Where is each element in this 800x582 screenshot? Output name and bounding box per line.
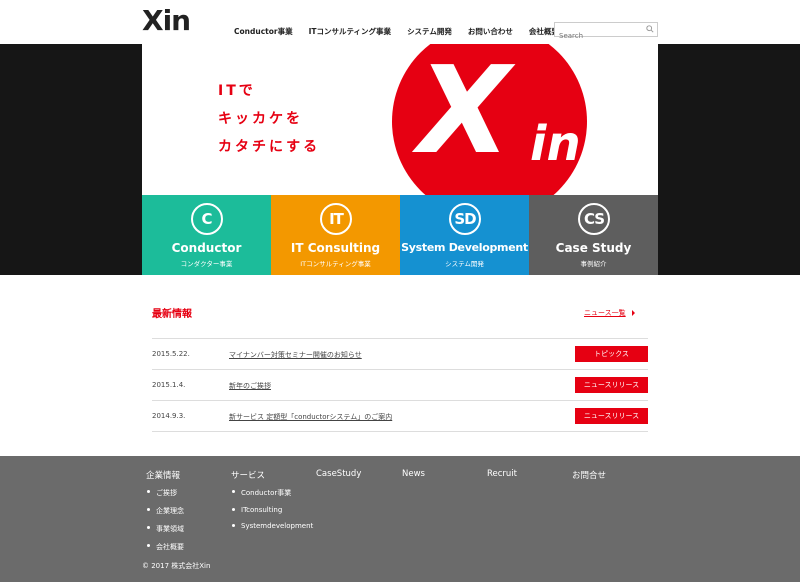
nav-conductor[interactable]: Conductor事業 bbox=[234, 26, 293, 37]
news-item: 2015.5.22. マイナンバー対策セミナー開催のお知らせ トピックス bbox=[152, 339, 648, 370]
site-header: Xin Conductor事業 ITコンサルティング事業 システム開発 お問い合… bbox=[0, 0, 800, 44]
tile-it-consulting-sub: ITコンサルティング事業 bbox=[300, 260, 371, 268]
footer-link[interactable]: 会社概要 bbox=[146, 542, 184, 552]
news-category-badge[interactable]: ニュースリリース bbox=[575, 377, 648, 393]
main-nav: Conductor事業 ITコンサルティング事業 システム開発 お問い合わせ 会… bbox=[234, 26, 575, 37]
tile-system-development-sub: システム開発 bbox=[445, 260, 484, 268]
tile-it-consulting[interactable]: IT IT Consulting ITコンサルティング事業 bbox=[271, 195, 400, 275]
news-date: 2014.9.3. bbox=[152, 412, 186, 420]
footer-col-casestudy: CaseStudy bbox=[316, 469, 361, 486]
footer-link[interactable]: ご挨拶 bbox=[146, 488, 184, 498]
footer-heading[interactable]: 企業情報 bbox=[146, 469, 184, 481]
nav-contact[interactable]: お問い合わせ bbox=[468, 26, 513, 37]
tile-conductor[interactable]: C Conductor コンダクター事業 bbox=[142, 195, 271, 275]
tile-case-study-icon: CS bbox=[578, 203, 610, 235]
footer-heading[interactable]: Recruit bbox=[487, 469, 517, 479]
copyright: © 2017 株式会社Xin bbox=[142, 562, 211, 570]
nav-system-development[interactable]: システム開発 bbox=[407, 26, 452, 37]
footer-heading[interactable]: CaseStudy bbox=[316, 469, 361, 479]
footer-col-news: News bbox=[402, 469, 425, 486]
news-item: 2015.1.4. 新年のご挨拶 ニュースリリース bbox=[152, 370, 648, 401]
tile-case-study[interactable]: CS Case Study 事例紹介 bbox=[529, 195, 658, 275]
footer-col-company: 企業情報 ご挨拶 企業理念 事業領域 会社概要 bbox=[146, 469, 184, 560]
tile-system-development-icon: SD bbox=[449, 203, 481, 235]
hero-logo-x: X bbox=[418, 44, 511, 181]
nav-it-consulting[interactable]: ITコンサルティング事業 bbox=[309, 26, 391, 37]
site-footer: 企業情報 ご挨拶 企業理念 事業領域 会社概要 サービス Conductor事業… bbox=[0, 456, 800, 582]
search-input[interactable] bbox=[555, 29, 643, 43]
hero-banner: ITで キッカケを カタチにする X in bbox=[142, 44, 658, 195]
tile-it-consulting-title: IT Consulting bbox=[290, 241, 381, 255]
search-box bbox=[554, 22, 658, 43]
news-title-link[interactable]: マイナンバー対策セミナー開催のお知らせ bbox=[229, 350, 362, 360]
site-logo[interactable]: Xin bbox=[142, 4, 191, 37]
footer-link[interactable]: Conductor事業 bbox=[231, 488, 313, 498]
hero-logo-in: in bbox=[530, 116, 581, 172]
hero-side-right bbox=[658, 44, 800, 275]
tile-system-development-title: System Development bbox=[401, 241, 528, 254]
tile-conductor-title: Conductor bbox=[171, 241, 242, 255]
footer-heading[interactable]: サービス bbox=[231, 469, 313, 481]
hero-tagline-line-3: カタチにする bbox=[218, 139, 321, 155]
tile-it-consulting-icon: IT bbox=[320, 203, 352, 235]
logo-text: Xin bbox=[142, 4, 191, 37]
footer-link[interactable]: Systemdevelopment bbox=[231, 522, 313, 530]
news-item: 2014.9.3. 新サービス 定額型「conductorシステム」のご案内 ニ… bbox=[152, 401, 648, 432]
news-date: 2015.1.4. bbox=[152, 381, 186, 389]
news-title-link[interactable]: 新サービス 定額型「conductorシステム」のご案内 bbox=[229, 412, 392, 422]
hero-side-left bbox=[0, 44, 142, 275]
footer-heading[interactable]: News bbox=[402, 469, 425, 479]
footer-link[interactable]: 事業領域 bbox=[146, 524, 184, 534]
chevron-right-icon bbox=[631, 310, 635, 316]
footer-col-contact: お問合せ bbox=[572, 469, 606, 488]
tile-case-study-title: Case Study bbox=[555, 241, 632, 255]
tile-conductor-icon: C bbox=[191, 203, 223, 235]
footer-col-service: サービス Conductor事業 ITconsulting Systemdeve… bbox=[231, 469, 313, 538]
footer-col-recruit: Recruit bbox=[487, 469, 517, 486]
footer-link[interactable]: ITconsulting bbox=[231, 506, 313, 514]
hero-tagline-line-1: ITで bbox=[218, 83, 256, 99]
tile-case-study-sub: 事例紹介 bbox=[580, 260, 607, 268]
tile-conductor-sub: コンダクター事業 bbox=[180, 260, 233, 268]
news-more-label: ニュース一覧 bbox=[584, 309, 626, 317]
tile-system-development[interactable]: SD System Development システム開発 bbox=[400, 195, 529, 275]
search-icon[interactable] bbox=[646, 25, 654, 33]
news-date: 2015.5.22. bbox=[152, 350, 190, 358]
news-list: 2015.5.22. マイナンバー対策セミナー開催のお知らせ トピックス 201… bbox=[152, 338, 648, 432]
news-title-link[interactable]: 新年のご挨拶 bbox=[229, 381, 271, 391]
news-category-badge[interactable]: トピックス bbox=[575, 346, 648, 362]
news-more-link[interactable]: ニュース一覧 bbox=[584, 308, 635, 318]
footer-link[interactable]: 企業理念 bbox=[146, 506, 184, 516]
service-tiles: C Conductor コンダクター事業 IT IT Consulting IT… bbox=[142, 195, 658, 275]
news-heading: 最新情報 bbox=[152, 309, 192, 320]
footer-heading[interactable]: お問合せ bbox=[572, 469, 606, 481]
news-category-badge[interactable]: ニュースリリース bbox=[575, 408, 648, 424]
hero-tagline-line-2: キッカケを bbox=[218, 111, 303, 127]
